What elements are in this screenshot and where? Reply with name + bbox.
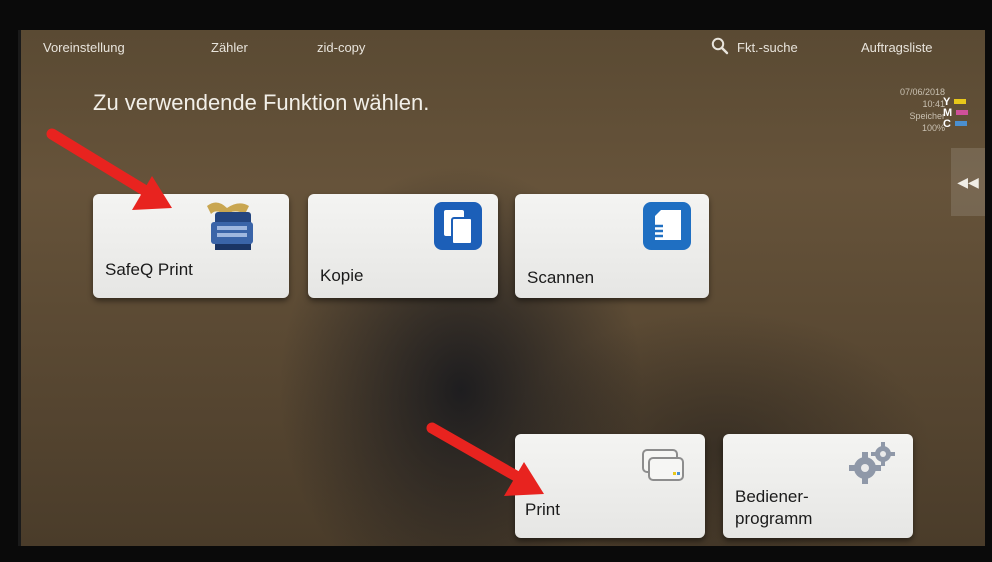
safeq-print-label: SafeQ Print — [105, 260, 193, 279]
copy-icon — [434, 202, 482, 250]
safeq-print-tile[interactable]: SafeQ Print — [93, 194, 289, 298]
toner-levels: Y M C — [943, 96, 971, 130]
page-title: Zu verwendende Funktion wählen. — [93, 90, 430, 115]
memory-label: Speicher — [909, 111, 945, 121]
bedienerprogramm-label-line1: Bediener- — [735, 487, 809, 506]
user-tab[interactable]: zid-copy — [317, 40, 365, 55]
bedienerprogramm-tile[interactable]: Bediener- programm — [723, 434, 913, 538]
bedienerprogramm-label-line2: programm — [735, 509, 813, 528]
status-time: 10:41 — [922, 99, 945, 109]
toner-yellow-bar — [954, 99, 967, 104]
toner-c-label: C — [943, 117, 951, 130]
scan-icon — [643, 202, 691, 250]
toner-magenta-bar — [956, 110, 969, 115]
top-bar: Voreinstellung Zähler zid-copy Fkt.-such… — [21, 30, 985, 70]
kopie-label: Kopie — [320, 266, 364, 285]
kopie-tile[interactable]: Kopie — [308, 194, 498, 298]
bedienerprogramm-label: Bediener- programm — [735, 486, 812, 530]
touch-screen: Voreinstellung Zähler zid-copy Fkt.-such… — [18, 30, 985, 546]
scannen-label: Scannen — [527, 268, 595, 287]
gears-icon — [849, 442, 895, 484]
print-cards-icon — [642, 449, 684, 481]
job-list-button[interactable]: Auftragsliste — [861, 40, 933, 55]
status-panel: 07/06/2018 10:41 Speicher 100% — [900, 86, 945, 134]
search-icon[interactable] — [711, 37, 729, 55]
printer-icon — [207, 202, 253, 250]
counter-tab[interactable]: Zähler — [211, 40, 248, 55]
toner-cyan-bar — [954, 121, 967, 126]
print-label: Print — [525, 500, 560, 519]
preset-tab[interactable]: Voreinstellung — [43, 40, 125, 55]
memory-value: 100% — [921, 123, 945, 133]
status-date: 07/06/2018 — [899, 87, 945, 97]
function-search-button[interactable]: Fkt.-suche — [737, 40, 798, 55]
collapse-panel-tab[interactable]: ◀◀ — [951, 148, 985, 216]
print-tile[interactable]: Print — [515, 434, 705, 538]
scannen-tile[interactable]: Scannen — [515, 194, 709, 298]
